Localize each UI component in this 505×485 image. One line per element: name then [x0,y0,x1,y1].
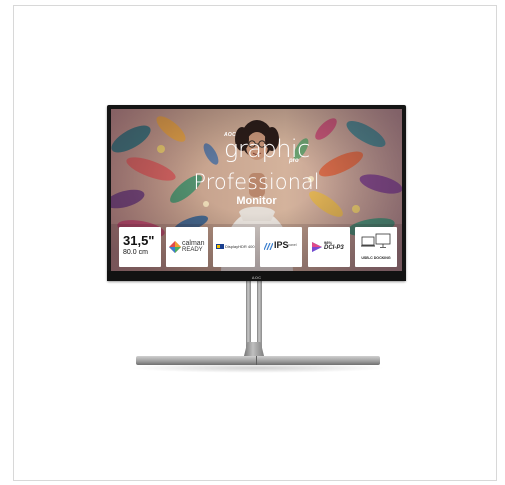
vesa-logo-icon [216,244,224,249]
brand-pro: pro [289,158,299,164]
ips-label: IPS [274,240,289,250]
headline-monitor: Monitor [236,195,277,207]
monitor-screen: AOC graphic pro Professional Monitor 31,… [111,109,402,271]
laptop-monitor-icon [361,233,391,248]
badge-ips: IPS panel [260,227,302,267]
badge-displayhdr: DisplayHDR 400 [213,227,255,267]
stand-seam [256,356,257,365]
feature-badges: 31,5" 80.0 cm calman READY DisplayHDR 40… [119,227,397,267]
usb-c-label: USB-C DOCKING [361,256,391,260]
monitor: AOC graphic pro Professional Monitor 31,… [107,105,406,281]
calman-diamond-icon [169,241,181,253]
dci-p3-label: DCI-P3 [324,245,344,251]
stand-base [136,356,380,365]
screen-size-cm: 80.0 cm [123,249,148,256]
headline-professional: Professional [193,170,320,194]
color-triangle-icon [312,242,322,252]
displayhdr-label: DisplayHDR 400 [225,244,255,249]
ips-stripes-icon [264,243,273,250]
badge-dci-p3: 98% DCI-P3 [308,227,350,267]
calman-ready-label: READY [182,247,203,253]
badge-screen-size: 31,5" 80.0 cm [119,227,161,267]
badge-usb-c-docking: USB-C DOCKING [355,227,397,267]
bezel-aoc-logo: AOC [251,275,262,280]
screen-size-inches: 31,5" [123,233,155,248]
calman-label: calman [182,240,205,247]
monitor-chin: AOC [107,271,406,281]
ips-sub-label: panel [288,243,297,247]
badge-calman-ready: calman READY [166,227,208,267]
